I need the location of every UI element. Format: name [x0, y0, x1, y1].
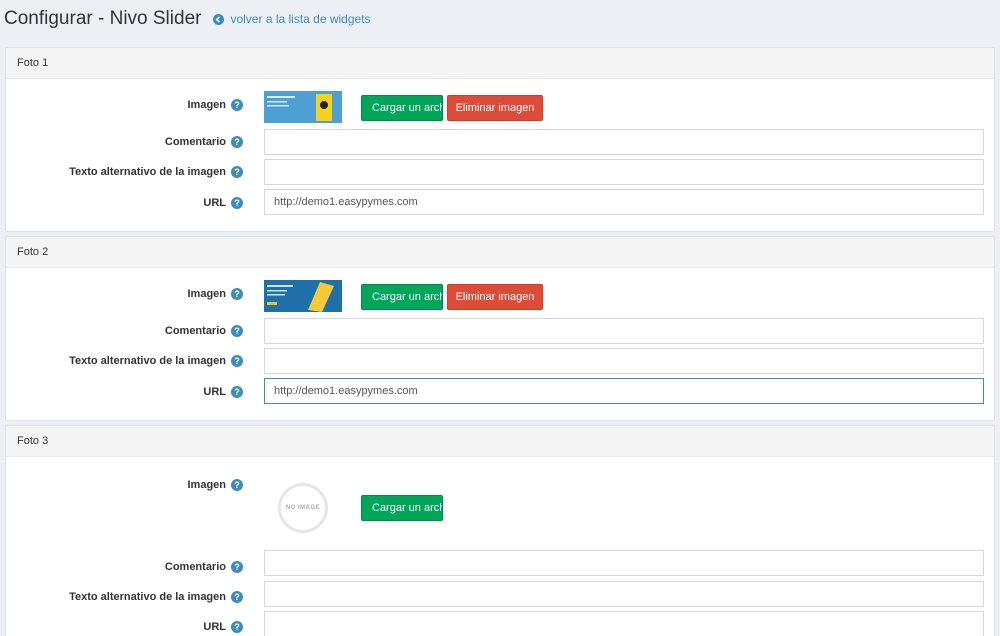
alt-text-input[interactable]	[264, 348, 984, 374]
comment-label: Comentario ?	[6, 323, 243, 339]
question-circle-icon[interactable]: ?	[231, 479, 243, 491]
panel-heading: Foto 2	[6, 237, 994, 268]
question-circle-icon[interactable]: ?	[231, 136, 243, 148]
url-label: URL ?	[6, 619, 243, 635]
question-circle-icon[interactable]: ?	[231, 99, 243, 111]
back-link-label: volver a la lista de widgets	[230, 12, 371, 26]
url-label: URL ?	[6, 384, 243, 400]
alt-text-input[interactable]	[264, 581, 984, 607]
comment-input[interactable]	[264, 129, 984, 155]
alt-text-label: Texto alternativo de la imagen ?	[6, 589, 243, 605]
question-circle-icon[interactable]: ?	[231, 288, 243, 300]
back-to-widgets-link[interactable]: volver a la lista de widgets	[213, 12, 371, 26]
panel-heading: Foto 1	[6, 48, 994, 79]
comment-input[interactable]	[264, 550, 984, 576]
image-thumbnail	[264, 91, 342, 123]
url-label: URL ?	[6, 195, 243, 211]
question-circle-icon[interactable]: ?	[231, 166, 243, 178]
page-header: Configurar - Nivo Slider volver a la lis…	[4, 6, 371, 32]
comment-input[interactable]	[264, 318, 984, 344]
url-input[interactable]	[264, 189, 984, 215]
image-label: Imagen ?	[6, 477, 243, 493]
image-label: Imagen ?	[6, 97, 243, 113]
question-circle-icon[interactable]: ?	[231, 325, 243, 337]
photo-panel-1: Foto 1 Imagen ? Cargar un archivo Elimin…	[5, 47, 995, 232]
photo-panel-3: Foto 3 Imagen ? NO IMAGE Cargar un archi…	[5, 425, 995, 636]
alt-text-label: Texto alternativo de la imagen ?	[6, 353, 243, 369]
image-thumbnail	[264, 280, 342, 312]
no-image-placeholder: NO IMAGE	[278, 483, 328, 533]
alt-text-label: Texto alternativo de la imagen ?	[6, 164, 243, 180]
delete-image-button[interactable]: Eliminar imagen	[447, 95, 543, 121]
question-circle-icon[interactable]: ?	[231, 386, 243, 398]
url-input[interactable]	[264, 611, 984, 636]
panel-heading: Foto 3	[6, 426, 994, 457]
photo-panel-2: Foto 2 Imagen ? Cargar un archivo Elimin…	[5, 236, 995, 421]
comment-label: Comentario ?	[6, 134, 243, 150]
question-circle-icon[interactable]: ?	[231, 355, 243, 367]
comment-label: Comentario ?	[6, 559, 243, 575]
question-circle-icon[interactable]: ?	[231, 591, 243, 603]
delete-image-button[interactable]: Eliminar imagen	[447, 284, 543, 310]
page-title: Configurar - Nivo Slider	[4, 8, 202, 29]
image-label: Imagen ?	[6, 286, 243, 302]
arrow-left-circle-icon	[213, 13, 225, 25]
alt-text-input[interactable]	[264, 159, 984, 185]
question-circle-icon[interactable]: ?	[231, 621, 243, 633]
upload-file-button[interactable]: Cargar un archivo	[361, 495, 443, 521]
url-input[interactable]	[264, 378, 984, 404]
question-circle-icon[interactable]: ?	[231, 561, 243, 573]
upload-file-button[interactable]: Cargar un archivo	[361, 95, 443, 121]
upload-file-button[interactable]: Cargar un archivo	[361, 284, 443, 310]
question-circle-icon[interactable]: ?	[231, 197, 243, 209]
